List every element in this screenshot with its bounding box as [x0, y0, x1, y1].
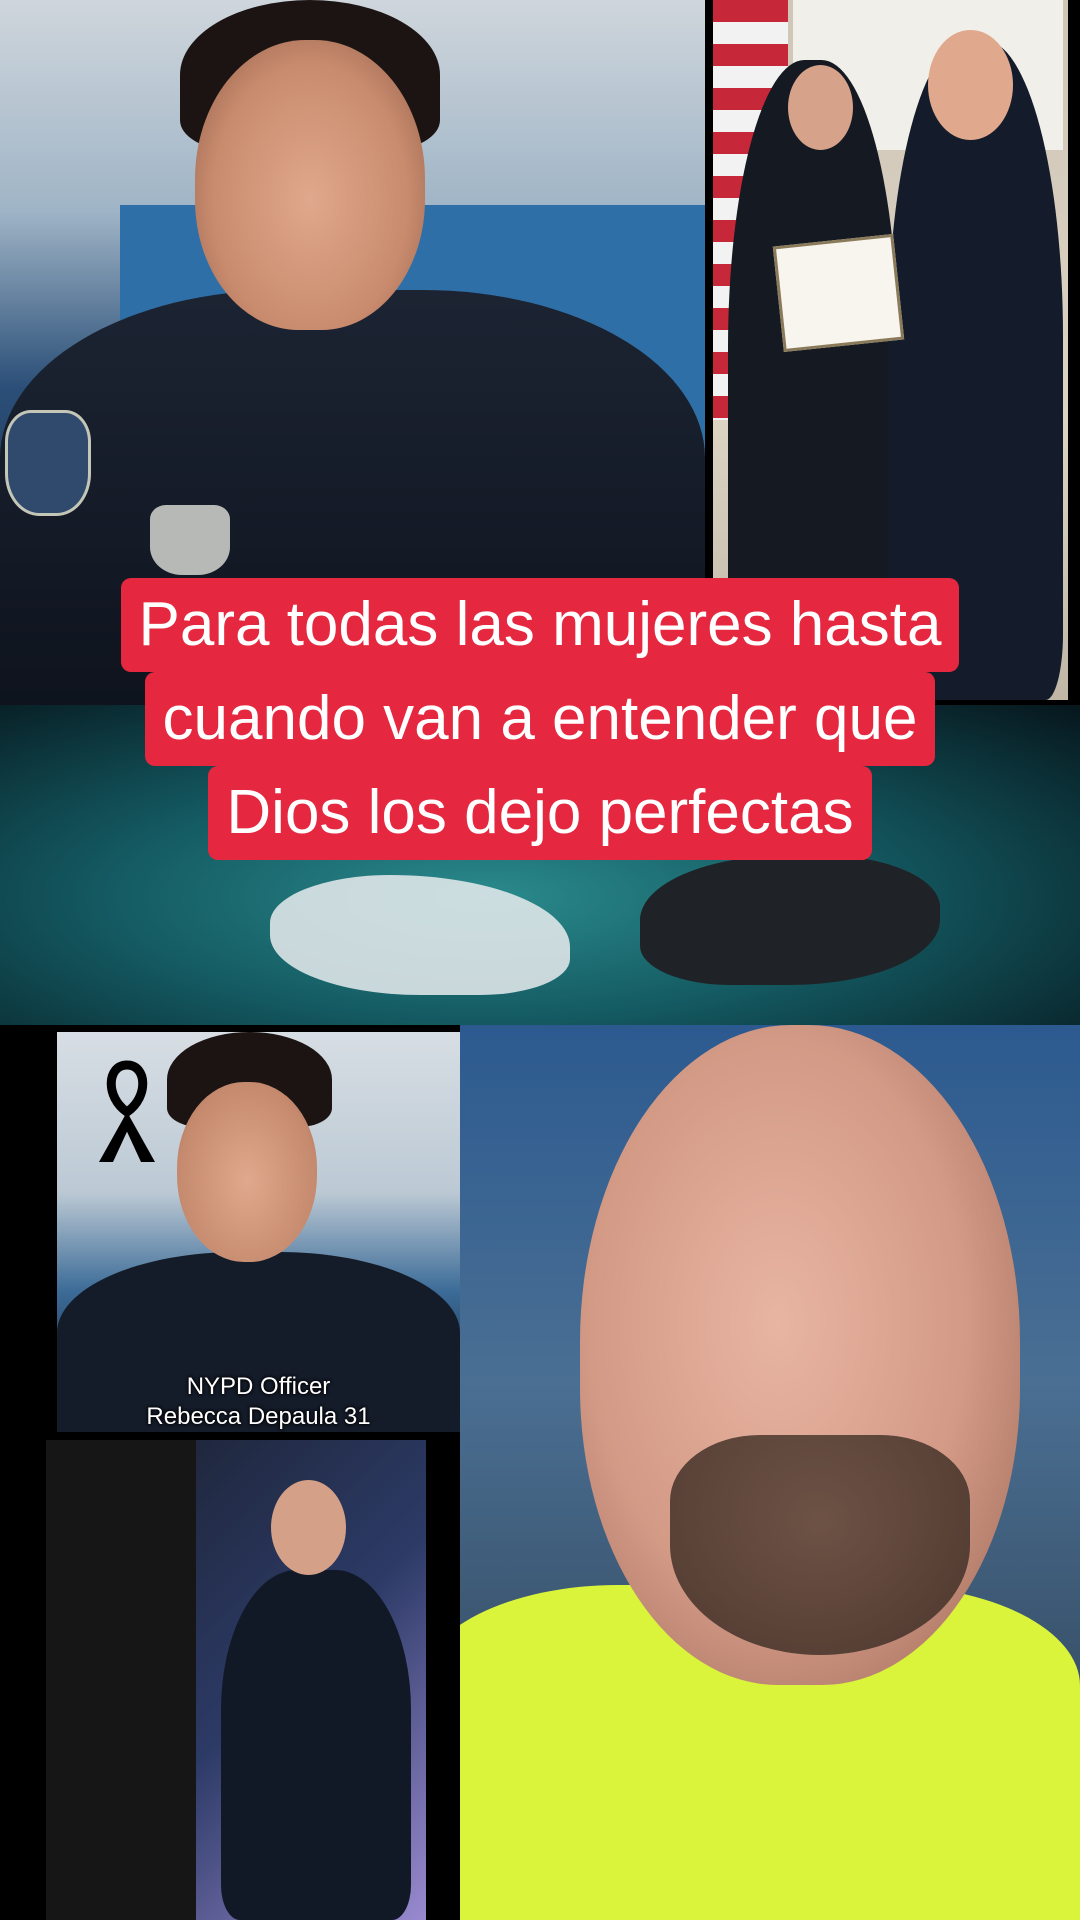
commander-face	[928, 30, 1013, 140]
overlay-caption: Para todas las mujeres hasta cuando van …	[40, 578, 1040, 860]
caption-line-2: cuando van a entender que	[144, 672, 936, 766]
caption-line-1: Para todas las mujeres hasta	[120, 578, 960, 672]
white-glove	[270, 875, 570, 995]
face	[177, 1082, 317, 1262]
black-ribbon-icon	[99, 1060, 155, 1162]
black-glove	[640, 855, 940, 985]
man-face-photo	[460, 1025, 1080, 1920]
certificate	[772, 233, 905, 353]
memorial-caption-line2: Rebecca Depaula 31	[146, 1403, 371, 1430]
memorial-photo: NYPD Officer Rebecca Depaula 31	[57, 1032, 460, 1432]
shoulder-patch	[5, 410, 91, 516]
memorial-caption-line1: NYPD Officer	[186, 1373, 331, 1400]
curtain	[46, 1440, 196, 1920]
police-badge	[150, 505, 230, 575]
officer-figure	[221, 1570, 411, 1920]
caption-line-3: Dios los dejo perfectas	[208, 766, 872, 860]
officer-face	[788, 65, 853, 150]
face	[195, 40, 425, 330]
beard	[670, 1435, 970, 1655]
officer-face	[271, 1480, 346, 1575]
officer-speaking-photo	[46, 1440, 426, 1920]
